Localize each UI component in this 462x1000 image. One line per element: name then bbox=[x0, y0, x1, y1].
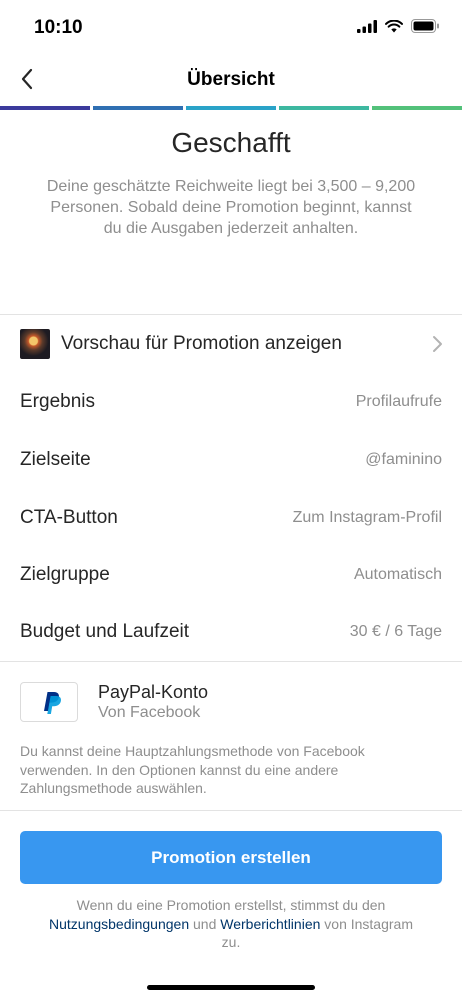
summary-row-zielseite: Zielseite @faminino bbox=[0, 432, 462, 488]
progress-segment bbox=[93, 106, 183, 110]
summary-value: Profilaufrufe bbox=[355, 393, 442, 410]
step-progress-bar bbox=[0, 106, 462, 110]
paypal-icon bbox=[44, 692, 62, 714]
divider bbox=[0, 810, 462, 811]
payment-method-logo bbox=[20, 682, 78, 722]
summary-row-cta-button: CTA-Button Zum Instagram-Profil bbox=[0, 490, 462, 546]
terms-link[interactable]: Nutzungsbedingungen bbox=[49, 916, 189, 932]
summary-label: Ergebnis bbox=[20, 391, 95, 412]
battery-icon bbox=[411, 19, 439, 33]
summary-row-zielgruppe: Zielgruppe Automatisch bbox=[0, 547, 462, 603]
legal-text-before: Wenn du eine Promotion erstellst, stimms… bbox=[76, 897, 386, 913]
preview-promotion-row[interactable]: Vorschau für Promotion anzeigen bbox=[0, 316, 462, 372]
progress-segment bbox=[0, 106, 90, 110]
summary-label: CTA-Button bbox=[20, 507, 118, 528]
payment-method-note: Du kannst deine Hauptzahlungsmethode von… bbox=[20, 743, 365, 796]
ad-policies-link[interactable]: Werberichtlinien bbox=[220, 916, 320, 932]
divider bbox=[0, 661, 462, 662]
summary-value: Zum Instagram-Profil bbox=[292, 509, 442, 526]
summary-label: Zielgruppe bbox=[20, 564, 110, 585]
signal-icon bbox=[357, 19, 377, 33]
legal-text-middle: und bbox=[193, 915, 217, 932]
reach-description: Deine geschätzte Reichweite liegt bei 3,… bbox=[46, 178, 416, 237]
summary-value: @faminino bbox=[365, 451, 442, 468]
progress-segment bbox=[186, 106, 276, 110]
legal-text: Wenn du eine Promotion erstellst, stimms… bbox=[40, 896, 422, 952]
summary-value: Automatisch bbox=[353, 566, 442, 583]
summary-label: Zielseite bbox=[20, 449, 91, 470]
create-promotion-button[interactable]: Promotion erstellen bbox=[20, 831, 442, 884]
status-icons bbox=[357, 19, 440, 33]
success-headline: Geschafft bbox=[171, 127, 291, 158]
progress-segment bbox=[279, 106, 369, 110]
summary-row-budget: Budget und Laufzeit 30 € / 6 Tage bbox=[0, 604, 462, 660]
divider bbox=[0, 314, 462, 315]
summary-row-ergebnis: Ergebnis Profilaufrufe bbox=[0, 374, 462, 430]
chevron-right-icon bbox=[433, 336, 442, 352]
summary-label: Budget und Laufzeit bbox=[20, 621, 190, 642]
navigation-bar: Übersicht bbox=[0, 56, 462, 106]
home-indicator[interactable] bbox=[147, 985, 315, 990]
status-bar: 10:10 bbox=[0, 0, 462, 56]
preview-promotion-label: Vorschau für Promotion anzeigen bbox=[61, 333, 342, 354]
progress-segment bbox=[372, 106, 462, 110]
promotion-thumbnail bbox=[20, 329, 50, 359]
status-time: 10:10 bbox=[34, 17, 83, 38]
page-title: Übersicht bbox=[187, 69, 275, 90]
wifi-icon bbox=[385, 19, 403, 32]
summary-value: 30 € / 6 Tage bbox=[349, 623, 442, 640]
payment-method-title: PayPal-Konto bbox=[98, 682, 209, 702]
payment-method-subtitle: Von Facebook bbox=[98, 704, 201, 721]
